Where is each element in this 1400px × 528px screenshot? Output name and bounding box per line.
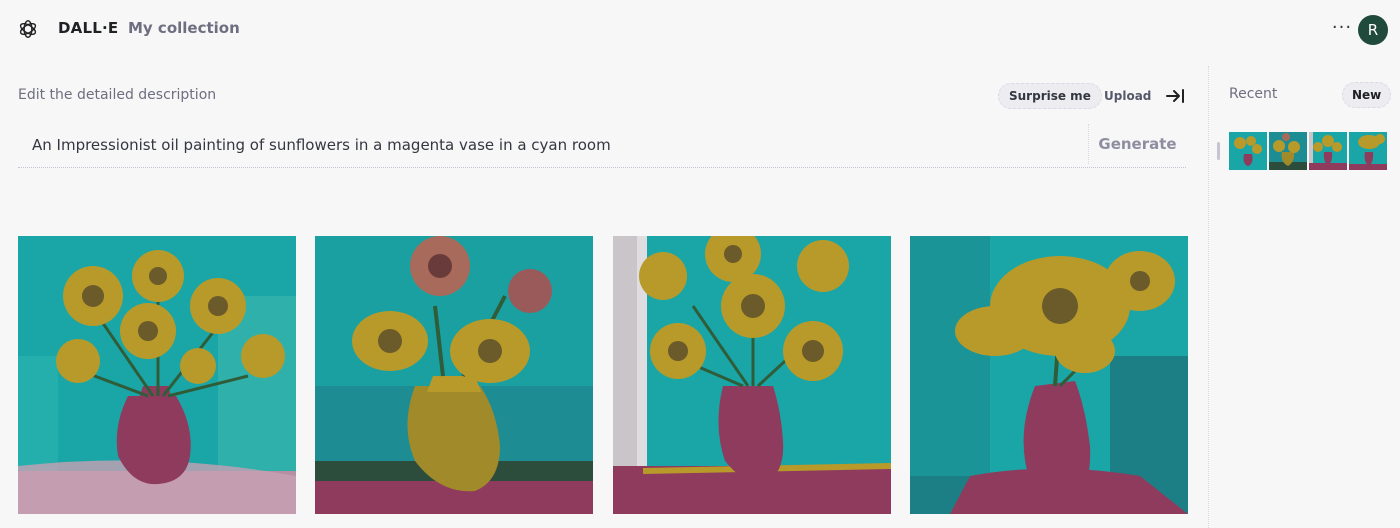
- sidebar-scroll-handle[interactable]: [1217, 142, 1220, 160]
- avatar[interactable]: R: [1358, 15, 1388, 45]
- result-image[interactable]: [910, 236, 1188, 514]
- surprise-me-button[interactable]: Surprise me: [998, 83, 1102, 109]
- main-panel: Edit the detailed description Surprise m…: [0, 58, 1208, 528]
- prompt-label: Edit the detailed description: [18, 87, 217, 103]
- recent-thumbnail[interactable]: [1229, 132, 1267, 170]
- collapse-right-icon[interactable]: [1164, 85, 1186, 107]
- result-image[interactable]: [18, 236, 296, 514]
- result-image[interactable]: [613, 236, 891, 514]
- top-bar: DALL·E My collection ··· R: [0, 0, 1400, 58]
- brand-title[interactable]: DALL·E: [58, 19, 118, 37]
- more-horizontal-icon[interactable]: ···: [1331, 16, 1353, 40]
- new-button[interactable]: New: [1342, 82, 1392, 108]
- result-image[interactable]: [315, 236, 593, 514]
- openai-logo-icon[interactable]: [17, 18, 39, 40]
- prompt-input[interactable]: An Impressionist oil painting of sunflow…: [18, 122, 1186, 168]
- recent-label: Recent: [1229, 86, 1278, 102]
- prompt-text[interactable]: An Impressionist oil painting of sunflow…: [32, 136, 611, 154]
- recent-thumbnail[interactable]: [1349, 132, 1387, 170]
- generate-button[interactable]: Generate: [1088, 124, 1186, 164]
- recent-thumbnail[interactable]: [1269, 132, 1307, 170]
- recent-sidebar: Recent New: [1209, 58, 1400, 528]
- recent-thumbnail[interactable]: [1309, 132, 1347, 170]
- my-collection-link[interactable]: My collection: [128, 19, 240, 37]
- upload-button[interactable]: Upload: [1096, 83, 1159, 109]
